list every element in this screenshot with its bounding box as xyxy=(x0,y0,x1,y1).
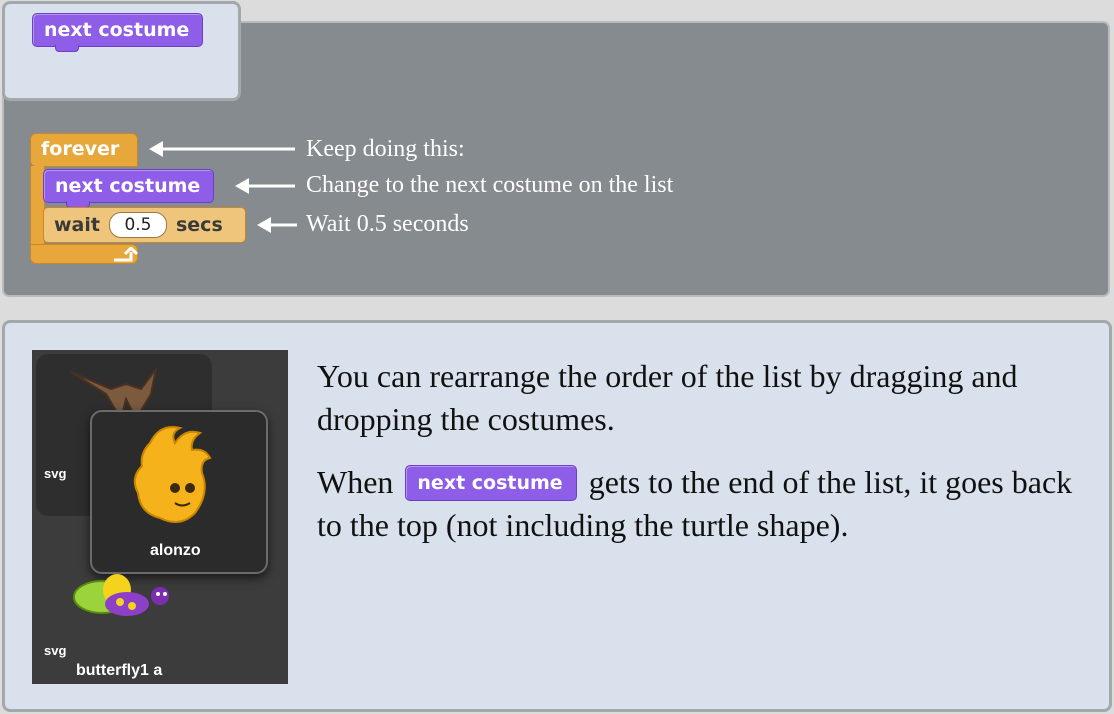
arrow-left-icon xyxy=(235,178,295,194)
next-costume-block-label: next costume xyxy=(55,175,201,197)
annotation-next-costume: Change to the next costume on the list xyxy=(306,172,674,198)
wait-label: wait xyxy=(54,214,100,236)
costume-type-label: svg xyxy=(44,643,67,658)
next-costume-block-hint[interactable]: next costume xyxy=(32,13,204,52)
wait-secs-block[interactable]: wait 0.5 secs xyxy=(43,207,246,243)
forever-block-bottom xyxy=(30,244,139,264)
costume-type-label: svg xyxy=(44,466,67,481)
costume-name-label: alonzo xyxy=(150,542,201,559)
arrow-left-icon xyxy=(149,141,295,157)
explanation-paragraph-1: You can rearrange the order of the list … xyxy=(317,358,1018,437)
butterfly-costume-thumbnail xyxy=(73,574,169,616)
para2-before: When xyxy=(317,464,394,500)
secs-label: secs xyxy=(175,214,223,236)
next-costume-block-label: next costume xyxy=(44,19,190,41)
costume-list: svg alonzo svg butterfly1 a xyxy=(32,350,288,684)
block-hint-tab: next costume xyxy=(2,1,241,101)
annotation-wait: Wait 0.5 seconds xyxy=(306,211,469,237)
explanation-paragraph-2: When next costume gets to the end of the… xyxy=(317,461,1087,547)
costume-order-info-panel: svg alonzo svg butterfly1 a You can rear… xyxy=(2,320,1112,712)
alonzo-costume-thumbnail xyxy=(133,426,212,523)
annotation-forever: Keep doing this: xyxy=(306,136,465,162)
next-costume-inline-block[interactable]: next costume xyxy=(405,465,577,501)
forever-block[interactable]: forever xyxy=(30,133,138,167)
arrow-left-icon xyxy=(257,217,297,233)
loop-arrow-icon xyxy=(114,247,139,262)
costume-name-label: butterfly1 a xyxy=(76,662,163,679)
wait-seconds-input[interactable]: 0.5 xyxy=(108,212,167,238)
costume-card-alonzo[interactable]: alonzo xyxy=(90,410,268,574)
next-costume-block[interactable]: next costume xyxy=(43,169,215,208)
forever-block-label: forever xyxy=(41,138,120,160)
